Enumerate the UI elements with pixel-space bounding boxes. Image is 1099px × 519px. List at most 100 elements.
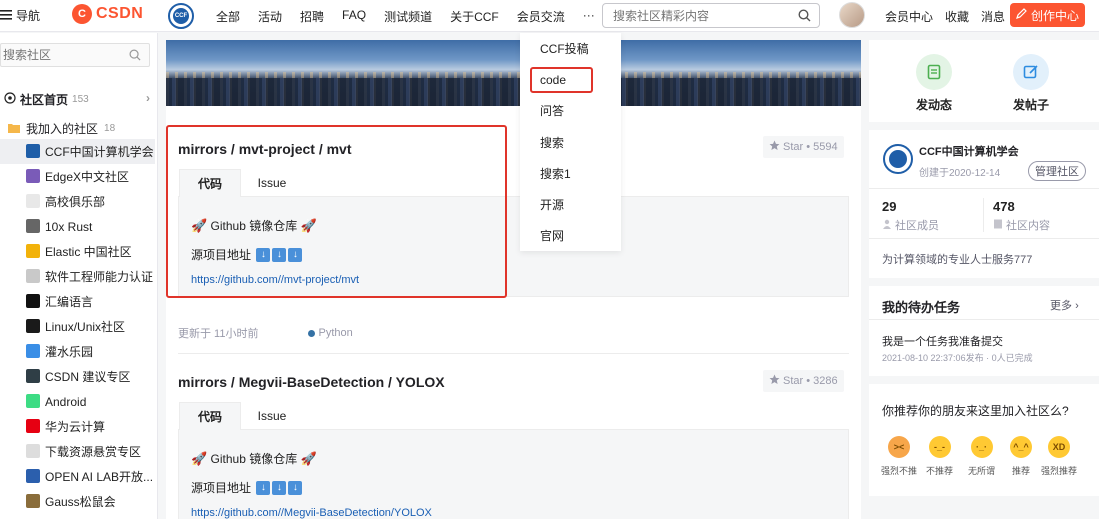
- sidebar-community-label: EdgeX中文社区: [45, 170, 130, 184]
- mood-recommend[interactable]: ^_^ 推荐: [1010, 436, 1032, 477]
- content-count-label-wrap[interactable]: 社区内容: [993, 217, 1050, 233]
- favorites-link[interactable]: 收藏: [945, 8, 969, 25]
- sidebar-community-item[interactable]: Linux/Unix社区: [0, 314, 155, 339]
- sidebar-community-item[interactable]: 汇编语言: [0, 289, 155, 314]
- star-button[interactable]: Star • 3286: [763, 370, 844, 392]
- post-moment-label: 发动态: [916, 98, 953, 112]
- manage-community-button[interactable]: 管理社区: [1028, 161, 1086, 181]
- dropdown-item-search[interactable]: 搜索: [520, 127, 621, 158]
- community-search-box: [0, 43, 150, 67]
- sidebar-community-item[interactable]: CSDN 建议专区: [0, 364, 155, 389]
- repo-tab-content: 🚀 Github 镜像仓库 🚀 源项目地址 ↓ ↓ ↓ https://github…: [179, 197, 848, 291]
- menu-events[interactable]: 活动: [258, 8, 282, 25]
- sidebar-community-item[interactable]: Gauss松鼠会: [0, 489, 155, 514]
- ccf-logo-text: CCF: [173, 8, 189, 24]
- sidebar-community-item[interactable]: OPEN AI LAB开放...: [0, 464, 155, 489]
- community-banner-image: [166, 40, 861, 106]
- star-icon: [769, 374, 780, 388]
- rocket-icon: 🚀: [191, 450, 208, 466]
- menu-about-ccf[interactable]: 关于CCF: [450, 8, 499, 25]
- star-button[interactable]: Star • 5594: [763, 136, 844, 158]
- todo-task-meta: 2021-08-10 22:37:06发布 · 0人已完成: [882, 353, 1033, 363]
- dropdown-item-official-site[interactable]: 官网: [520, 220, 621, 251]
- source-repo-link[interactable]: https://github.com//mvt-project/mvt: [191, 269, 848, 291]
- sidebar-community-item[interactable]: 10x Rust: [0, 214, 155, 239]
- search-icon[interactable]: [798, 9, 811, 25]
- tab-code[interactable]: 代码: [179, 169, 241, 197]
- menu-more[interactable]: ···: [583, 8, 595, 25]
- post-moment-button[interactable]: 发动态: [916, 54, 952, 113]
- community-search-input[interactable]: [1, 44, 126, 66]
- tab-code[interactable]: 代码: [179, 402, 241, 430]
- todo-more-label: 更多: [1050, 300, 1072, 312]
- community-created-date: 创建于2020-12-14: [919, 168, 1001, 179]
- mood-label: 强烈不推: [881, 466, 918, 476]
- user-avatar[interactable]: [839, 2, 865, 28]
- community-home-icon: [4, 92, 20, 107]
- sidebar-community-item[interactable]: Elastic 中国社区: [0, 239, 155, 264]
- sidebar-community-item[interactable]: EdgeX中文社区: [0, 164, 155, 189]
- sidebar-community-item[interactable]: 灌水乐园: [0, 339, 155, 364]
- messages-link[interactable]: 消息: [981, 8, 1005, 25]
- csdn-logo[interactable]: C CSDN: [72, 4, 143, 24]
- todo-task-title[interactable]: 我是一个任务我准备提交: [882, 333, 1003, 349]
- dropdown-item-open-source[interactable]: 开源: [520, 189, 621, 220]
- mood-strongly-recommend[interactable]: XD 强烈推荐: [1041, 436, 1077, 477]
- nav-menu-button[interactable]: 导航: [0, 7, 40, 24]
- mood-strongly-not-recommend[interactable]: >< 强烈不推: [881, 436, 917, 477]
- menu-member-exchange[interactable]: 会员交流: [517, 8, 565, 25]
- sidebar-community-item[interactable]: Android: [0, 389, 155, 414]
- source-repo-link[interactable]: https://github.com//Megvii-BaseDetection…: [191, 502, 848, 519]
- search-icon[interactable]: [129, 49, 141, 64]
- community-icon: [26, 469, 40, 483]
- sidebar-community-label: 汇编语言: [45, 295, 94, 309]
- content-count: 478: [993, 199, 1015, 214]
- top-search-input[interactable]: [603, 4, 788, 27]
- sidebar-community-label: 软件工程师能力认证: [45, 270, 154, 284]
- repo-title[interactable]: mirrors / Megvii-BaseDetection / YOLOX: [178, 374, 445, 390]
- create-center-button[interactable]: 创作中心: [1010, 3, 1085, 27]
- member-center-link[interactable]: 会员中心: [885, 8, 933, 25]
- menu-test-channel[interactable]: 测试频道: [384, 8, 432, 25]
- todo-more-link[interactable]: 更多 ›: [1050, 297, 1079, 313]
- chevron-right-icon: ›: [1075, 300, 1079, 312]
- tab-issue[interactable]: Issue: [241, 169, 303, 196]
- menu-jobs[interactable]: 招聘: [300, 8, 324, 25]
- joined-communities-header[interactable]: 我加入的社区 18: [8, 120, 115, 137]
- repo-description-text: Github 镜像仓库: [210, 452, 298, 466]
- community-home-link[interactable]: 社区首页 153 ›: [4, 91, 152, 108]
- repo-title[interactable]: mirrors / mvt-project / mvt: [178, 141, 352, 157]
- sidebar-community-item[interactable]: 下载资源悬赏专区: [0, 439, 155, 464]
- sidebar-community-label: Gauss松鼠会: [45, 495, 116, 509]
- moment-icon: [916, 54, 952, 90]
- sidebar-community-item[interactable]: 高校俱乐部: [0, 189, 155, 214]
- community-description: 为计算领域的专业人士服务777: [882, 254, 1033, 266]
- mood-not-recommend[interactable]: -_- 不推荐: [926, 436, 953, 477]
- mood-indifferent[interactable]: ·_· 无所谓: [968, 436, 995, 477]
- post-thread-button[interactable]: 发帖子: [1013, 54, 1049, 113]
- csdn-fox-icon: C: [72, 4, 92, 24]
- star-icon: [769, 140, 780, 154]
- dropdown-item-ccf-submit[interactable]: CCF投稿: [520, 33, 621, 64]
- sidebar-community-label: Android: [45, 394, 87, 409]
- community-name: CCF中国计算机学会: [919, 146, 1019, 158]
- sidebar-community-item[interactable]: 华为云计算: [0, 414, 155, 439]
- dropdown-item-qa[interactable]: 问答: [520, 95, 621, 126]
- member-count: 29: [882, 199, 897, 214]
- dropdown-item-search1[interactable]: 搜索1: [520, 158, 621, 189]
- sidebar-community-item[interactable]: CCF中国计算机学会: [0, 139, 155, 164]
- sidebar-community-item[interactable]: 软件工程师能力认证: [0, 264, 155, 289]
- sidebar-community-label: 下载资源悬赏专区: [45, 445, 142, 459]
- post-thread-label: 发帖子: [1013, 98, 1050, 112]
- dropdown-item-code[interactable]: code: [520, 64, 621, 95]
- csdn-wordmark: CSDN: [96, 5, 144, 22]
- menu-faq[interactable]: FAQ: [342, 8, 366, 25]
- menu-all[interactable]: 全部: [216, 8, 240, 25]
- top-search-box: [602, 3, 820, 28]
- tab-issue[interactable]: Issue: [241, 402, 303, 429]
- angry-face-icon: ><: [888, 436, 910, 458]
- community-icon: [26, 344, 40, 358]
- left-sidebar: 社区首页 153 › 我加入的社区 18 CCF中国计算机学会 EdgeX中文社区…: [0, 33, 158, 519]
- ccf-logo-icon[interactable]: CCF: [168, 3, 194, 29]
- member-count-label-wrap[interactable]: 社区成员: [882, 217, 939, 233]
